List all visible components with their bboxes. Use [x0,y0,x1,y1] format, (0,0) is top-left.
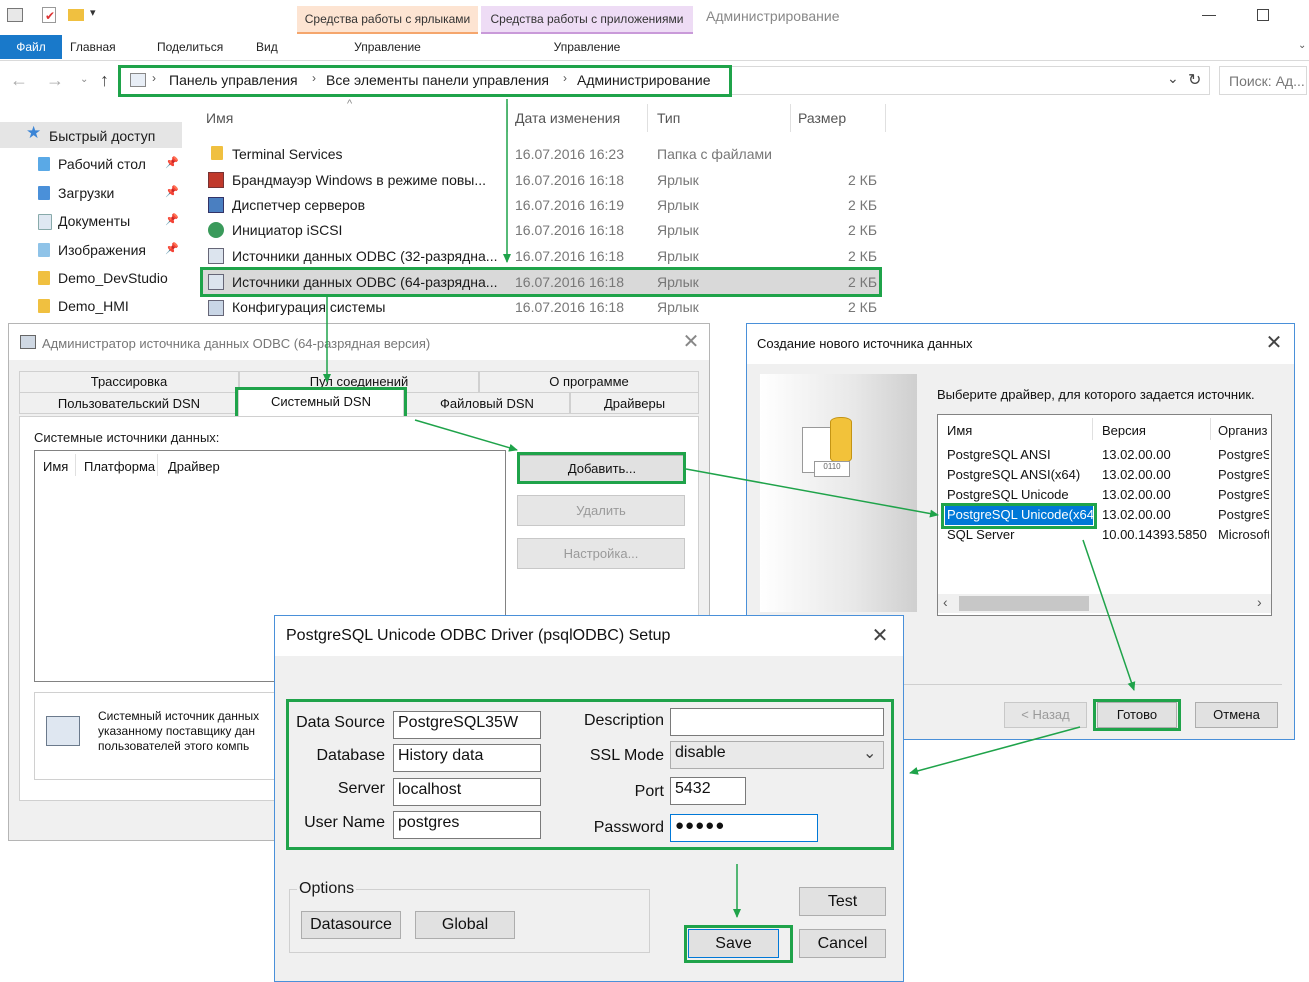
annotation-arrows [323,99,1136,918]
arrow-tab-to-add [414,419,518,452]
arrow-finish-to-fields [909,726,1081,775]
arrow-add-to-driver [685,468,939,518]
arrow-driver-to-finish [1082,539,1136,691]
